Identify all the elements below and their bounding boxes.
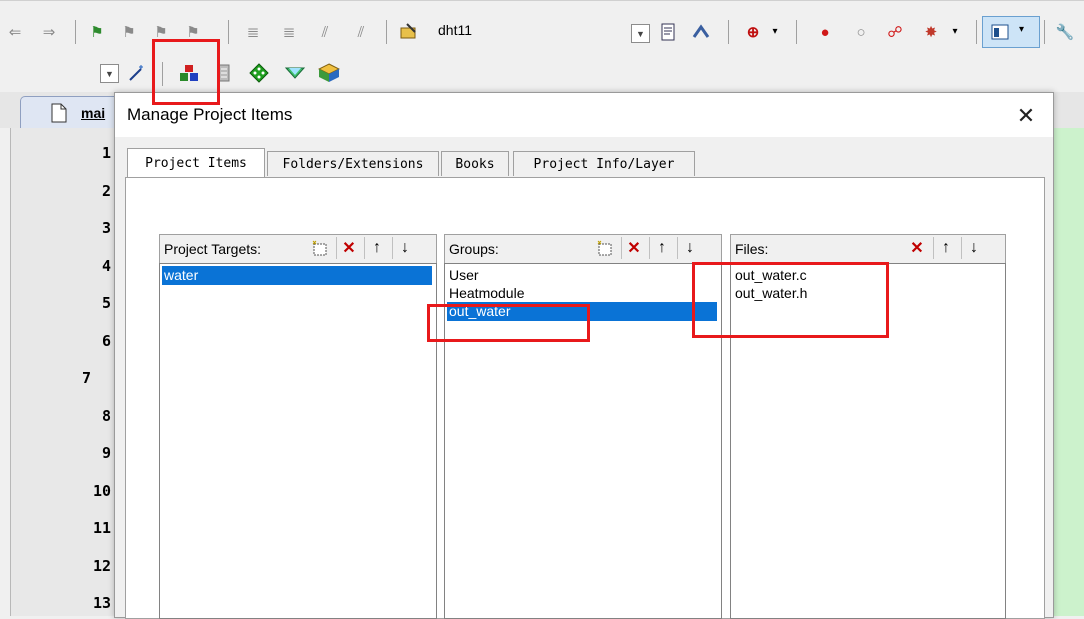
dialog-tabs: Project Items Folders/Extensions Books P… — [127, 148, 727, 177]
delete-target-icon[interactable]: ✕ — [336, 237, 361, 259]
indent-icon[interactable]: ≣ — [242, 21, 264, 43]
move-file-up-icon[interactable]: ↑ — [933, 237, 958, 259]
line-number: 8 — [101, 406, 111, 425]
line-number: 3 — [101, 219, 111, 237]
line-number-gutter: 1 2 3 4 5 6 7 8 9 10 11 12 13 — [10, 128, 115, 616]
highlight-box-toolbar-button — [152, 39, 220, 105]
groups-header: Groups: ✕ ↑ ↓ — [444, 234, 722, 264]
project-options-icon[interactable] — [398, 20, 420, 42]
download-icon[interactable] — [690, 21, 712, 43]
list-item[interactable]: Heatmodule — [447, 284, 717, 298]
dialog-title: Manage Project Items — [127, 105, 293, 124]
disable-all-breakpoints-icon[interactable]: ☍ — [884, 21, 906, 43]
line-number: 2 — [101, 181, 111, 200]
editor-tab-label: mai — [81, 105, 106, 121]
line-number: 9 — [101, 444, 111, 462]
line-number: 13 — [92, 594, 111, 612]
highlight-box-group — [427, 304, 590, 342]
runtime-environment-icon[interactable] — [248, 62, 270, 84]
targets-header-label: Project Targets: — [164, 241, 262, 257]
file-extensions-icon[interactable] — [658, 21, 680, 43]
manage-project-items-dialog: Manage Project Items ✕ Project Items Fol… — [114, 92, 1054, 619]
list-item[interactable]: User — [447, 266, 717, 285]
bookmark-flag-icon[interactable]: ⚑ — [86, 21, 108, 43]
separator — [728, 20, 729, 44]
separator — [75, 20, 76, 44]
separator — [796, 20, 797, 44]
tab-project-info-layer[interactable]: Project Info/Layer — [513, 151, 695, 176]
wrench-icon[interactable]: 🔧 — [1054, 21, 1076, 43]
select-dropdown-button[interactable]: ▼ — [100, 64, 119, 83]
targets-list[interactable]: water — [159, 263, 437, 619]
breakpoint-icon[interactable]: ● — [814, 21, 836, 43]
separator — [1044, 20, 1045, 44]
groups-header-label: Groups: — [449, 241, 499, 257]
target-name-label: dht11 — [438, 22, 472, 38]
line-number: 4 — [101, 256, 111, 275]
window-layout-button[interactable]: ▾ — [982, 16, 1040, 48]
line-number: 6 — [101, 331, 111, 350]
delete-file-icon[interactable]: ✕ — [905, 237, 929, 259]
prev-bookmark-icon[interactable]: ⚑ — [118, 21, 140, 43]
line-number: 10 — [92, 481, 111, 500]
pack-installer-icon[interactable] — [284, 62, 306, 84]
tab-folders-extensions[interactable]: Folders/Extensions — [267, 151, 439, 176]
kill-breakpoints-icon[interactable]: ✸ — [920, 21, 942, 43]
software-packs-icon[interactable] — [318, 62, 340, 84]
separator — [976, 20, 977, 44]
target-dropdown-button[interactable]: ▼ — [631, 24, 650, 43]
files-header: Files: ✕ ↑ ↓ — [730, 234, 1006, 264]
dialog-title-bar: Manage Project Items ✕ — [115, 93, 1053, 137]
move-target-up-icon[interactable]: ↑ — [364, 237, 389, 259]
uncomment-icon[interactable]: ⫽ — [350, 21, 372, 43]
move-target-down-icon[interactable]: ↓ — [392, 237, 417, 259]
files-header-label: Files: — [735, 241, 769, 257]
separator — [386, 20, 387, 44]
line-number: 12 — [92, 556, 111, 575]
move-group-up-icon[interactable]: ↑ — [649, 237, 674, 259]
editor-tab-main[interactable]: mai — [20, 96, 122, 129]
targets-header: Project Targets: ✕ ↑ ↓ — [159, 234, 437, 264]
new-group-icon[interactable] — [593, 237, 617, 259]
debug-icon[interactable]: ⊕ — [742, 21, 764, 43]
delete-group-icon[interactable]: ✕ — [621, 237, 646, 259]
breakpoint-disable-icon[interactable]: ○ — [850, 21, 872, 43]
move-group-down-icon[interactable]: ↓ — [677, 237, 702, 259]
new-target-icon[interactable] — [308, 237, 332, 259]
line-number: 7 — [81, 369, 91, 387]
line-number: 5 — [101, 294, 111, 312]
line-number: 1 — [101, 144, 111, 162]
line-number: 11 — [92, 519, 111, 537]
comment-icon[interactable]: ⫽ — [314, 21, 336, 43]
tab-books[interactable]: Books — [441, 151, 509, 176]
highlight-box-files — [692, 262, 889, 338]
list-item[interactable]: water — [162, 266, 432, 285]
forward-arrow-icon[interactable]: ⇒ — [38, 21, 60, 43]
project-items-panel: Project Targets: ✕ ↑ ↓ water Groups: ✕ ↑… — [125, 177, 1045, 619]
breakpoints-dropdown-icon[interactable]: ▾ — [944, 21, 966, 43]
editor-margin — [1052, 128, 1084, 616]
debug-dropdown-icon[interactable]: ▾ — [764, 21, 786, 43]
magic-wand-icon[interactable] — [126, 62, 148, 84]
unindent-icon[interactable]: ≣ — [278, 21, 300, 43]
separator — [228, 20, 229, 44]
tab-project-items[interactable]: Project Items — [127, 148, 265, 177]
move-file-down-icon[interactable]: ↓ — [961, 237, 986, 259]
close-icon[interactable]: ✕ — [1011, 101, 1041, 131]
back-arrow-icon[interactable]: ⇐ — [4, 21, 26, 43]
